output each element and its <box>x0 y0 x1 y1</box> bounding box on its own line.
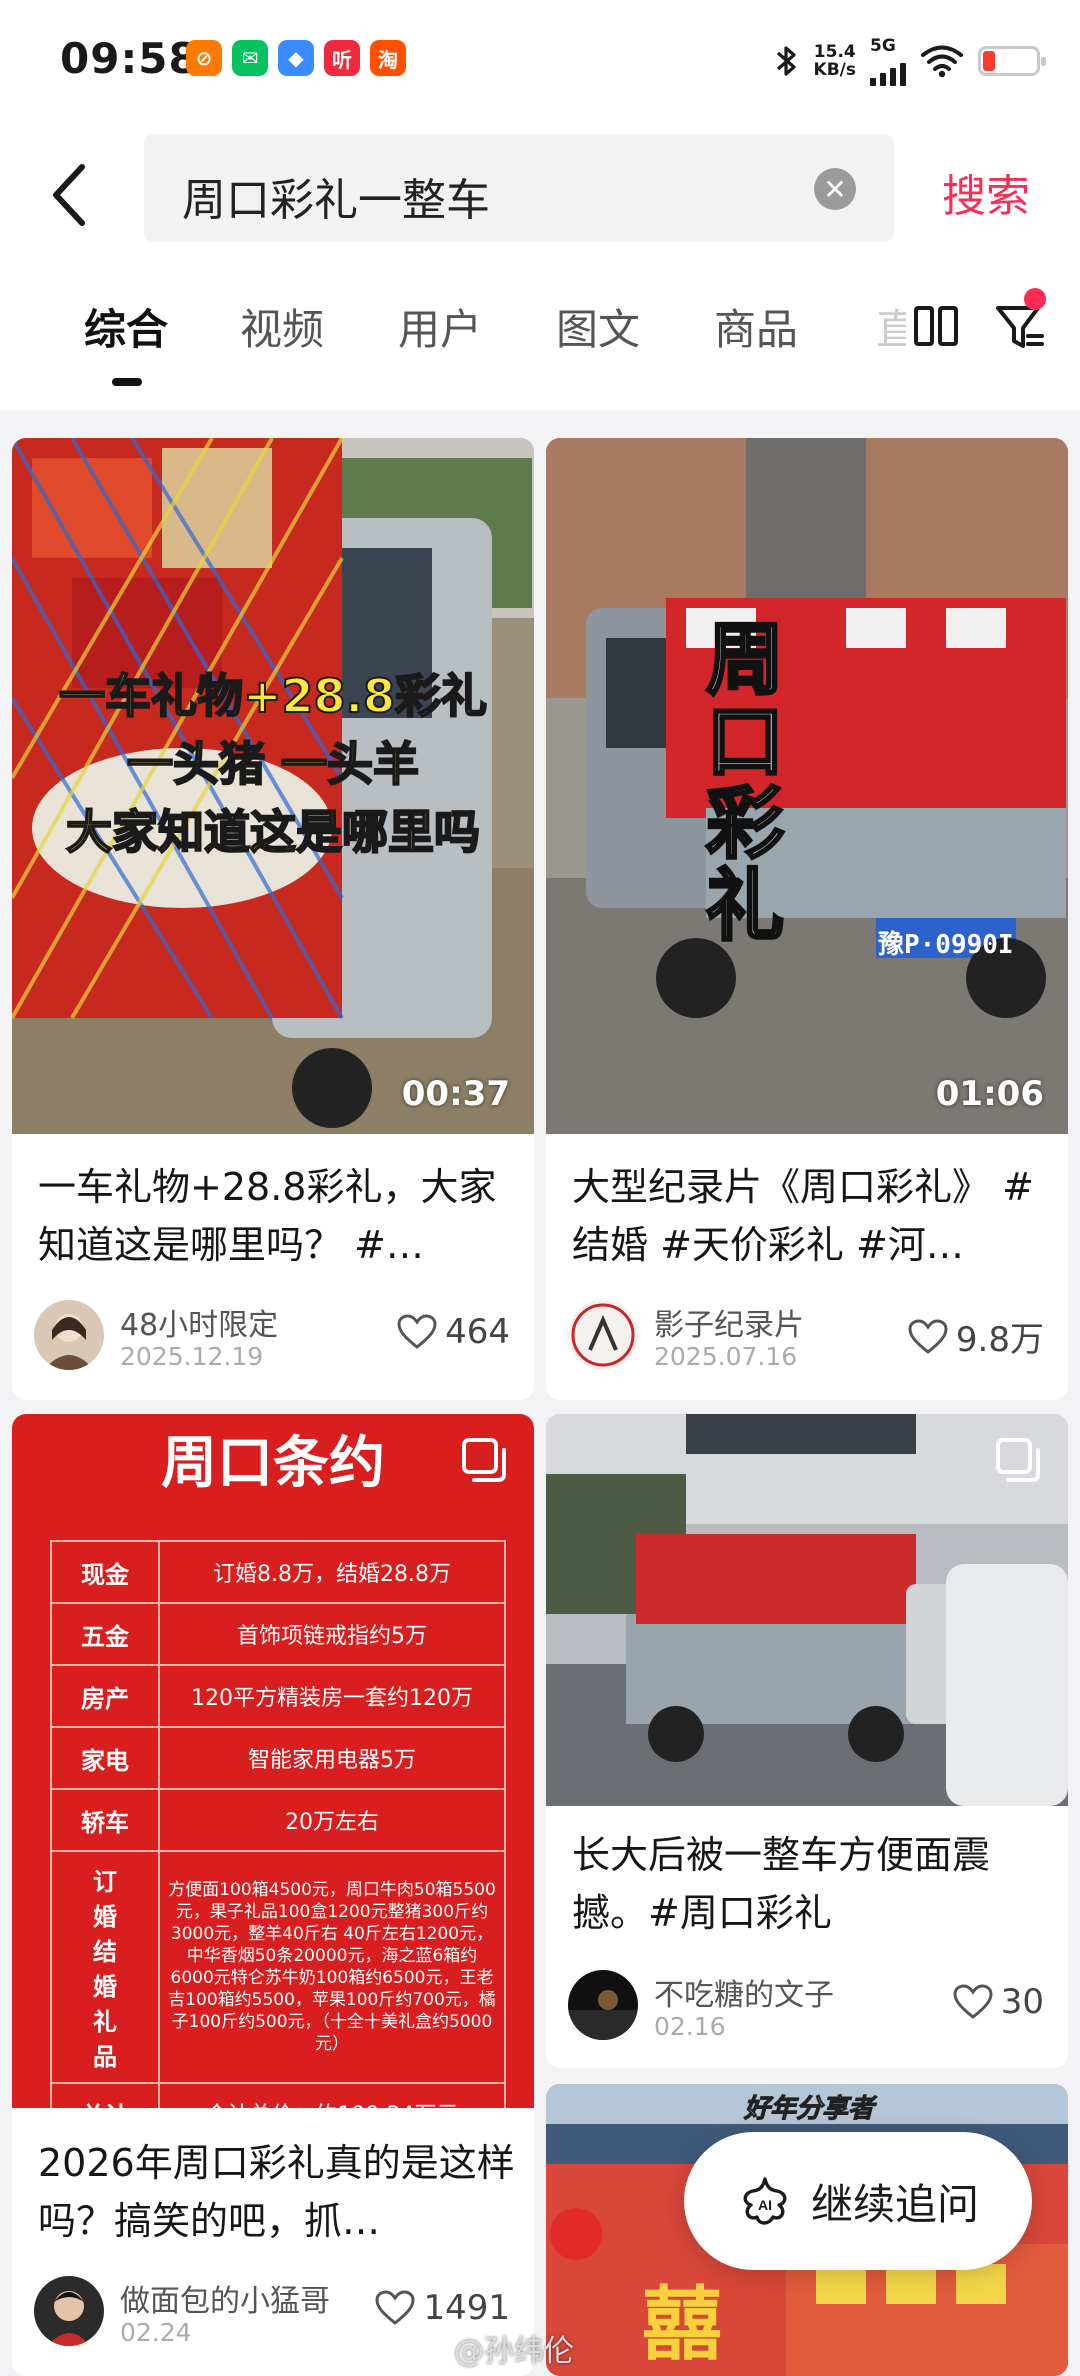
dowry-table: 现金 订婚8.8万，结婚28.8万 五金 首饰项链戒指约5万 房产 120平方精装房一… <box>50 1540 506 2108</box>
back-button[interactable] <box>50 160 110 230</box>
multi-image-icon <box>462 1438 506 1482</box>
status-bar: 09:58 ⊘ ✉ ◆ 听 淘 15.4 KB/s 5G <box>0 0 1080 120</box>
tab-video[interactable]: 视频 <box>240 296 324 357</box>
overlay-caption-1: 一车礼物+28.8彩礼 <box>58 668 488 724</box>
result-card[interactable]: 周口条约 现金 订婚8.8万，结婚28.8万 五金 首饰项链戒指约5万 房产 120平… <box>12 1414 534 2376</box>
tab-image-text[interactable]: 图文 <box>556 296 640 357</box>
network-type: 5G <box>870 36 896 56</box>
card-title[interactable]: 大型纪录片《周口彩礼》 #结婚 #天价彩礼 #河… <box>572 1158 1050 1274</box>
avatar[interactable] <box>34 1300 104 1370</box>
avatar[interactable] <box>568 1970 638 2040</box>
heart-icon <box>375 2290 415 2325</box>
image-thumbnail[interactable]: 周口条约 现金 订婚8.8万，结婚28.8万 五金 首饰项链戒指约5万 房产 120平… <box>12 1414 534 2108</box>
tab-all[interactable]: 综合 <box>84 296 168 357</box>
app-icon: ◆ <box>278 40 314 76</box>
video-duration: 00:37 <box>401 1074 510 1114</box>
heart-icon <box>953 1984 993 2019</box>
multi-image-icon <box>996 1438 1040 1482</box>
street-photo <box>546 1414 1068 1806</box>
like-button[interactable]: 9.8万 <box>908 1312 1044 1361</box>
tab-users[interactable]: 用户 <box>398 296 482 357</box>
like-count: 9.8万 <box>955 1320 1044 1360</box>
overlay-vertical-title: 周口彩礼 <box>692 617 786 948</box>
ai-sparkle-icon: AI <box>743 2177 787 2225</box>
author-name[interactable]: 48小时限定 <box>120 1300 278 1344</box>
like-count: 30 <box>1000 1982 1044 2022</box>
card-title[interactable]: 2026年周口彩礼真的是这样吗？搞笑的吧，抓… <box>38 2134 516 2250</box>
tab-bar: 综合 视频 用户 图文 商品 直 <box>0 260 1080 410</box>
license-plate: 豫P·0990I <box>878 930 1014 960</box>
bluetooth-icon <box>776 46 796 76</box>
result-card[interactable]: 一车礼物+28.8彩礼 一头猪 一头羊 大家知道这是哪里吗 00:37 一车礼物… <box>12 438 534 1400</box>
tab-live-partial[interactable]: 直 <box>876 296 906 357</box>
heart-icon <box>397 1314 437 1349</box>
avatar[interactable] <box>34 2276 104 2346</box>
post-date: 02.16 <box>654 2012 726 2041</box>
search-header: 周口彩礼一整车 ✕ 搜索 <box>0 120 1080 260</box>
watermark: @孙纬伦 <box>454 2334 574 2369</box>
tab-products[interactable]: 商品 <box>714 296 798 357</box>
wechat-icon: ✉ <box>232 40 268 76</box>
ai-follow-up-label: 继续追问 <box>810 2179 979 2229</box>
post-date: 2025.12.19 <box>120 1342 264 1371</box>
battery-icon <box>978 46 1046 76</box>
truck-photo <box>546 438 1068 1134</box>
avatar[interactable] <box>568 1300 638 1370</box>
banner-text: 好年分享者 <box>743 2094 875 2125</box>
video-duration: 01:06 <box>935 1074 1044 1114</box>
svg-text:AI: AI <box>758 2197 772 2213</box>
search-input[interactable]: 周口彩礼一整车 ✕ <box>144 134 894 242</box>
card-title[interactable]: 长大后被一整车方便面震撼。#周口彩礼 <box>572 1826 1050 1942</box>
status-time: 09:58 <box>60 34 199 83</box>
double-happiness-sign: 囍 <box>642 2277 722 2371</box>
taobao-icon: 淘 <box>370 40 406 76</box>
chevron-left-icon <box>53 164 85 226</box>
heart-icon <box>908 1318 948 1354</box>
clear-icon[interactable]: ✕ <box>814 168 856 210</box>
video-thumbnail[interactable]: 周口彩礼 豫P·0990I 01:06 <box>546 438 1068 1134</box>
post-date: 02.24 <box>120 2318 192 2347</box>
result-card[interactable]: 周口彩礼 豫P·0990I 01:06 大型纪录片《周口彩礼》 #结婚 #天价彩… <box>546 438 1068 1400</box>
like-button[interactable]: 1491 <box>375 2288 510 2328</box>
author-name[interactable]: 影子纪录片 <box>654 1300 804 1344</box>
author-name[interactable]: 做面包的小猛哥 <box>120 2276 330 2320</box>
ai-follow-up-button[interactable]: AI 继续追问 <box>684 2132 1032 2270</box>
image-thumbnail[interactable] <box>546 1414 1068 1806</box>
author-name[interactable]: 不吃糖的文子 <box>654 1970 834 2014</box>
filter-badge <box>1024 288 1046 310</box>
overlay-caption-2: 一头猪 一头羊 <box>126 736 420 792</box>
signal-icon <box>870 56 906 86</box>
overlay-caption-3: 大家知道这是哪里吗 <box>65 804 481 860</box>
notification-icons: ⊘ ✉ ◆ 听 淘 <box>186 40 406 76</box>
table-title: 周口条约 <box>161 1430 385 1496</box>
like-count: 1491 <box>423 2288 510 2328</box>
layout-toggle-icon[interactable] <box>912 302 960 350</box>
like-button[interactable]: 464 <box>397 1312 510 1352</box>
like-count: 464 <box>445 1312 510 1352</box>
like-button[interactable]: 30 <box>953 1982 1044 2022</box>
card-title[interactable]: 一车礼物+28.8彩礼，大家知道这是哪里吗？ #… <box>38 1158 516 1274</box>
post-date: 2025.07.16 <box>654 1342 798 1371</box>
active-tab-indicator <box>112 378 142 386</box>
result-card[interactable]: 长大后被一整车方便面震撼。#周口彩礼 不吃糖的文子 02.16 30 <box>546 1414 1068 2068</box>
search-button[interactable]: 搜索 <box>942 160 1030 224</box>
listen-icon: 听 <box>324 40 360 76</box>
net-speed: 15.4 KB/s <box>813 42 856 80</box>
wifi-icon <box>921 45 963 78</box>
sohu-icon: ⊘ <box>186 40 222 76</box>
search-query: 周口彩礼一整车 <box>182 175 490 226</box>
video-thumbnail[interactable]: 一车礼物+28.8彩礼 一头猪 一头羊 大家知道这是哪里吗 00:37 <box>12 438 534 1134</box>
